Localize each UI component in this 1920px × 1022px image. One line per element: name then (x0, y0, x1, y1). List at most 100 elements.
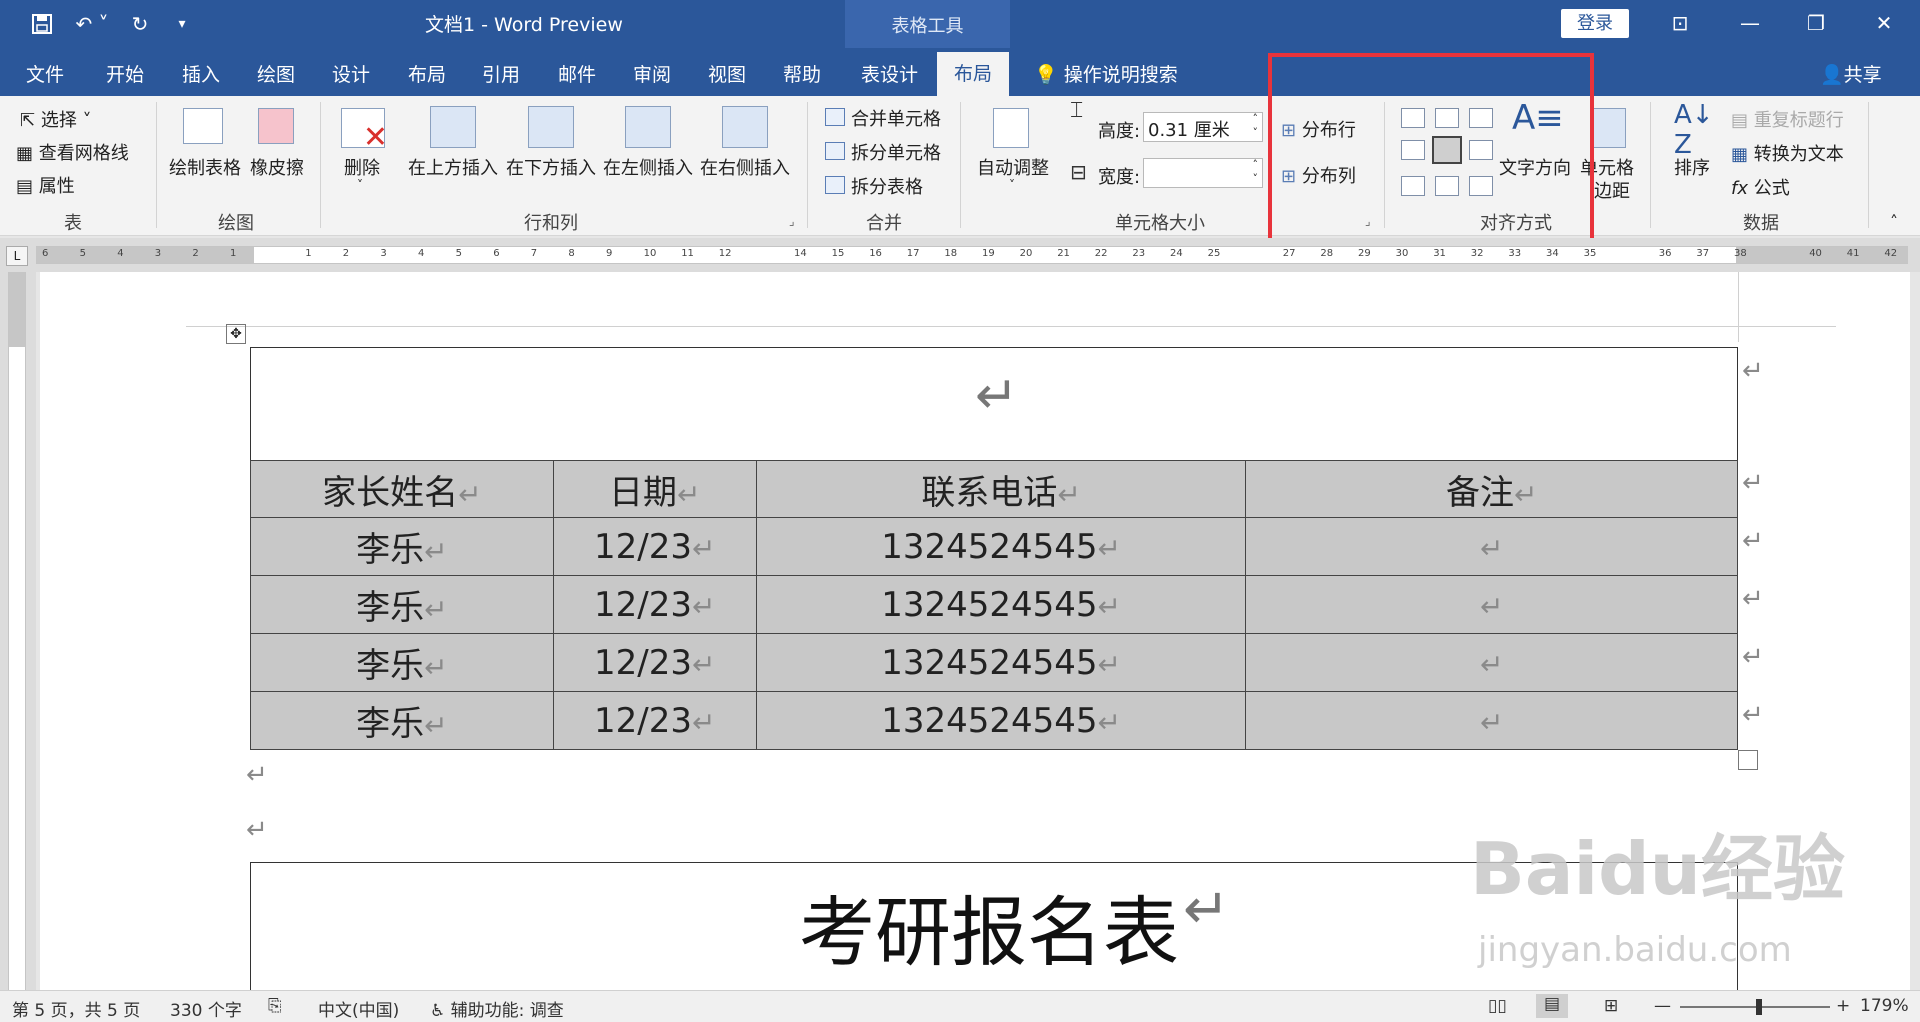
header-cell[interactable]: 日期↵ (552, 460, 757, 518)
split-table-button[interactable]: 拆分表格 (851, 173, 923, 199)
zoom-level[interactable]: 179% (1860, 996, 1909, 1016)
table-cell[interactable]: 1324524545↵ (755, 633, 1247, 692)
header-cell[interactable]: 联系电话↵ (755, 460, 1247, 518)
cell-name: 李乐 (356, 704, 425, 744)
autofit-button[interactable]: 自动调整 (977, 154, 1049, 180)
cursor-icon: ⇱ (20, 110, 36, 131)
insert-right-button[interactable]: 在右侧插入 (700, 154, 790, 180)
table-cell[interactable]: 李乐↵ (250, 691, 554, 750)
zoom-in-icon[interactable]: + (1836, 996, 1850, 1016)
table-cell[interactable]: 12/23↵ (552, 575, 757, 634)
close-icon[interactable]: ✕ (1864, 8, 1904, 38)
column-width-icon: ⊟ (1070, 160, 1087, 184)
convert-to-text-button[interactable]: ▦ 转换为文本 (1731, 140, 1844, 166)
rows-columns-dialog-launcher-icon[interactable]: ⌟ (789, 214, 795, 228)
table-cell[interactable]: ↵ (1245, 517, 1738, 576)
delete-button[interactable]: 删除 (344, 154, 380, 180)
tab-file[interactable]: 文件 (26, 60, 64, 87)
draw-table-button[interactable]: 绘制表格 (169, 154, 241, 180)
language-status[interactable]: 中文(中国) (318, 996, 399, 1021)
ribbon-display-options-icon[interactable]: ⊡ (1660, 8, 1700, 38)
ruler-number: 5 (79, 248, 86, 259)
sort-button[interactable]: 排序 (1674, 154, 1710, 180)
formula-button[interactable]: fx 公式 (1731, 174, 1790, 200)
share-button[interactable]: 👤共享 (1820, 60, 1882, 87)
table-cell[interactable]: 12/23↵ (552, 691, 757, 750)
zoom-slider-thumb[interactable] (1756, 999, 1762, 1015)
customize-quick-access-icon[interactable]: ▾ (170, 10, 194, 38)
restore-icon[interactable]: ❐ (1796, 8, 1836, 38)
table-cell[interactable]: 1324524545↵ (755, 691, 1247, 750)
table-resize-handle-icon[interactable] (1738, 750, 1758, 770)
table-tools-label: 表格工具 (891, 16, 964, 37)
accessibility-status[interactable]: ♿ 辅助功能: 调查 (430, 996, 564, 1021)
collapse-ribbon-icon[interactable]: ˄ (1890, 212, 1898, 231)
proofing-icon[interactable]: ⎘ (268, 996, 282, 1016)
table-row: 李乐↵ 12/23↵ 1324524545↵ ↵ (250, 691, 1738, 750)
web-layout-icon[interactable]: ⊞ (1604, 996, 1618, 1016)
view-gridlines-button[interactable]: ▦ 查看网格线 (16, 139, 129, 165)
table-cell[interactable]: 12/23↵ (552, 633, 757, 692)
repeat-header-rows-button[interactable]: ▤ 重复标题行 (1731, 106, 1844, 132)
height-input[interactable]: 0.31 厘米 ˄ ˅ (1143, 112, 1263, 142)
tab-mailings[interactable]: 邮件 (558, 60, 596, 87)
properties-button[interactable]: ▤ 属性 (16, 172, 75, 198)
ruler-number: 23 (1132, 248, 1146, 259)
header-cell[interactable]: 家长姓名↵ (250, 460, 554, 518)
ruler-number: 31 (1433, 248, 1446, 259)
tab-insert[interactable]: 插入 (182, 60, 220, 87)
table-cell[interactable]: ↵ (1245, 691, 1738, 750)
select-button[interactable]: ⇱ 选择 ˅ (20, 106, 92, 132)
table-cell[interactable]: 1324524545↵ (755, 575, 1247, 634)
cell-date: 12/23 (594, 526, 693, 567)
zoom-out-icon[interactable]: — (1654, 996, 1671, 1016)
width-spinner-icon[interactable]: ˄ ˅ (1253, 158, 1259, 186)
save-icon[interactable] (26, 10, 58, 38)
table-move-handle-icon[interactable]: ✥ (226, 324, 246, 344)
table-title-cell[interactable]: ↵ (250, 347, 1738, 461)
table-cell[interactable]: 12/23↵ (552, 517, 757, 576)
tab-review[interactable]: 审阅 (633, 60, 671, 87)
tab-references[interactable]: 引用 (482, 60, 520, 87)
parent-contact-table[interactable]: 家长姓名↵ 日期↵ 联系电话↵ 备注↵ 李乐↵ 12/23↵ 132452454… (250, 460, 1738, 750)
width-input[interactable]: ˄ ˅ (1143, 158, 1263, 188)
tell-me-search[interactable]: 💡 操作说明搜索 (1034, 60, 1178, 87)
insert-below-button[interactable]: 在下方插入 (506, 154, 596, 180)
tab-design[interactable]: 设计 (332, 60, 370, 87)
tab-draw[interactable]: 绘图 (257, 60, 295, 87)
merge-cells-icon (825, 108, 845, 126)
tab-help[interactable]: 帮助 (783, 60, 821, 87)
tab-table-design[interactable]: 表设计 (861, 60, 918, 87)
tab-layout[interactable]: 布局 (408, 60, 446, 87)
table-cell[interactable]: ↵ (1245, 633, 1738, 692)
print-layout-icon[interactable]: ▤ (1536, 994, 1568, 1018)
page-count-status[interactable]: 第 5 页，共 5 页 (12, 996, 140, 1021)
insert-above-button[interactable]: 在上方插入 (408, 154, 498, 180)
table-cell[interactable]: 李乐↵ (250, 633, 554, 692)
read-mode-icon[interactable]: ▯▯ (1488, 996, 1507, 1016)
eraser-button[interactable]: 橡皮擦 (250, 154, 304, 180)
zoom-slider[interactable] (1680, 999, 1830, 1015)
merge-cells-button[interactable]: 合并单元格 (851, 105, 941, 131)
redo-icon[interactable]: ↻ (124, 10, 156, 38)
tab-table-layout[interactable]: 布局 (937, 52, 1009, 96)
header-cell[interactable]: 备注↵ (1245, 460, 1738, 518)
insert-left-button[interactable]: 在左侧插入 (603, 154, 693, 180)
minimize-icon[interactable]: — (1730, 8, 1770, 38)
word-count-status[interactable]: 330 个字 (170, 996, 242, 1021)
table-cell[interactable]: 1324524545↵ (755, 517, 1247, 576)
autofit-dropdown-icon[interactable]: ˅ (1009, 178, 1015, 192)
height-spinner-icon[interactable]: ˄ ˅ (1253, 112, 1259, 140)
login-button[interactable]: 登录 (1561, 9, 1629, 38)
split-cells-button[interactable]: 拆分单元格 (851, 139, 941, 165)
horizontal-ruler[interactable]: L 6 5 4 3 2 1 1 2 3 4 5 6 7 8 9 10 11 12 14 15 16 17 18 19 20 21 2… (0, 238, 1920, 272)
undo-icon[interactable]: ↶ ˅ (70, 10, 114, 38)
table-cell[interactable]: 李乐↵ (250, 575, 554, 634)
table-cell[interactable]: 李乐↵ (250, 517, 554, 576)
delete-dropdown-icon[interactable]: ˅ (357, 178, 363, 192)
tab-home[interactable]: 开始 (106, 60, 144, 87)
table-cell[interactable]: ↵ (1245, 575, 1738, 634)
tab-view[interactable]: 视图 (708, 60, 746, 87)
tab-selector-icon[interactable]: L (6, 246, 28, 266)
vertical-ruler[interactable] (0, 272, 36, 990)
